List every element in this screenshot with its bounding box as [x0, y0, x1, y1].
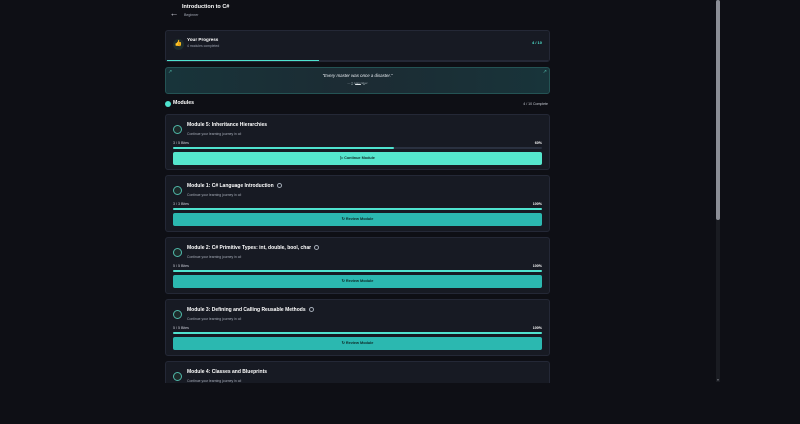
module-title-text: Module 2: C# Primitive Types: int, doubl…	[187, 245, 312, 251]
button-label: Review Module	[345, 217, 374, 221]
carousel-dot[interactable]	[354, 83, 361, 85]
module-percent: 100%	[532, 202, 542, 206]
module-progress-fill	[173, 208, 542, 210]
module-title-text: Module 1: C# Language Introduction	[187, 183, 274, 189]
module-progress-track	[173, 208, 542, 210]
button-label: Review Module	[345, 341, 374, 345]
scrollbar[interactable]	[716, 0, 720, 382]
module-bites: 3 / 3 Bites	[173, 202, 189, 206]
modules-header: Modules 4 / 10 Complete	[165, 99, 550, 111]
module-title: Module 2: C# Primitive Types: int, doubl…	[187, 245, 320, 251]
module-card: Module 4: Classes and Blueprints Continu…	[165, 361, 550, 383]
continue-module-button[interactable]: ▷ Continue Module	[173, 152, 542, 165]
module-description: Continue your learning journey in c#	[187, 193, 242, 197]
modules-title: Modules	[173, 100, 195, 106]
quote-carousel-dots[interactable]	[166, 72, 549, 90]
book-icon	[173, 125, 182, 134]
module-percent: 100%	[532, 326, 542, 330]
scroll-down-icon[interactable]: ▼	[716, 378, 720, 382]
review-module-button[interactable]: ↻ Review Module	[173, 337, 542, 350]
progress-count: 4 / 10	[531, 40, 542, 45]
module-progress-fill	[173, 332, 542, 334]
top-bar: ← Introduction to C# Beginner	[165, 0, 550, 26]
progress-card: 👍 Your Progress 4 modules completed 4 / …	[165, 30, 550, 62]
progress-fill	[167, 59, 320, 61]
progress-label: Your Progress	[187, 37, 219, 42]
review-module-button[interactable]: ↻ Review Module	[173, 213, 542, 226]
button-label: Review Module	[345, 279, 374, 283]
scrollbar-thumb[interactable]	[716, 0, 720, 220]
module-check-icon	[173, 186, 182, 195]
check-circle-icon	[308, 307, 314, 313]
module-card: Module 1: C# Language Introduction Conti…	[165, 175, 550, 232]
module-title: Module 5: Inheritance Hierarchies	[187, 122, 268, 128]
scroll-up-icon[interactable]: ▲	[716, 0, 720, 4]
module-progress-track	[173, 332, 542, 334]
module-check-icon	[173, 372, 182, 381]
check-circle-icon	[276, 183, 282, 189]
module-percent: 100%	[532, 264, 542, 268]
module-check-icon	[173, 310, 182, 319]
module-progress-track	[173, 147, 542, 149]
module-description: Continue your learning journey in c#	[187, 132, 242, 136]
module-title: Module 1: C# Language Introduction	[187, 183, 282, 189]
carousel-dot[interactable]	[350, 83, 353, 85]
course-level: Beginner	[184, 13, 199, 17]
module-description: Continue your learning journey in c#	[187, 255, 242, 259]
module-card: Module 3: Defining and Calling Reusable …	[165, 299, 550, 356]
module-title: Module 3: Defining and Calling Reusable …	[187, 307, 314, 313]
check-circle-icon	[314, 245, 320, 251]
module-progress-track	[173, 270, 542, 272]
module-progress-fill	[173, 147, 395, 149]
review-module-button[interactable]: ↻ Review Module	[173, 275, 542, 288]
module-description: Continue your learning journey in c#	[187, 379, 242, 383]
module-progress-fill	[173, 270, 542, 272]
module-title-text: Module 3: Defining and Calling Reusable …	[187, 307, 306, 313]
module-card: Module 2: C# Primitive Types: int, doubl…	[165, 237, 550, 294]
back-arrow-icon[interactable]: ←	[167, 6, 181, 20]
modules-icon	[165, 101, 171, 107]
module-percent: 60%	[534, 141, 542, 145]
carousel-dot[interactable]	[362, 83, 365, 85]
modules-count: 4 / 10 Complete	[523, 102, 548, 106]
course-title: Introduction to C#	[182, 4, 230, 10]
button-label: Continue Module	[344, 156, 375, 160]
quote-card: ↗ ↗ "Every master was once a disaster." …	[165, 67, 550, 94]
module-card: Module 5: Inheritance Hierarchies Contin…	[165, 114, 550, 170]
module-title: Module 4: Classes and Blueprints	[187, 369, 268, 375]
module-bites: 5 / 5 Bites	[173, 264, 189, 268]
thumbs-up-icon: 👍	[173, 39, 184, 50]
progress-subtitle: 4 modules completed	[187, 44, 220, 48]
module-description: Continue your learning journey in c#	[187, 317, 242, 321]
module-bites: 5 / 5 Bites	[173, 326, 189, 330]
module-check-icon	[173, 248, 182, 257]
module-bites: 3 / 5 Bites	[173, 141, 189, 145]
progress-track	[167, 59, 548, 61]
